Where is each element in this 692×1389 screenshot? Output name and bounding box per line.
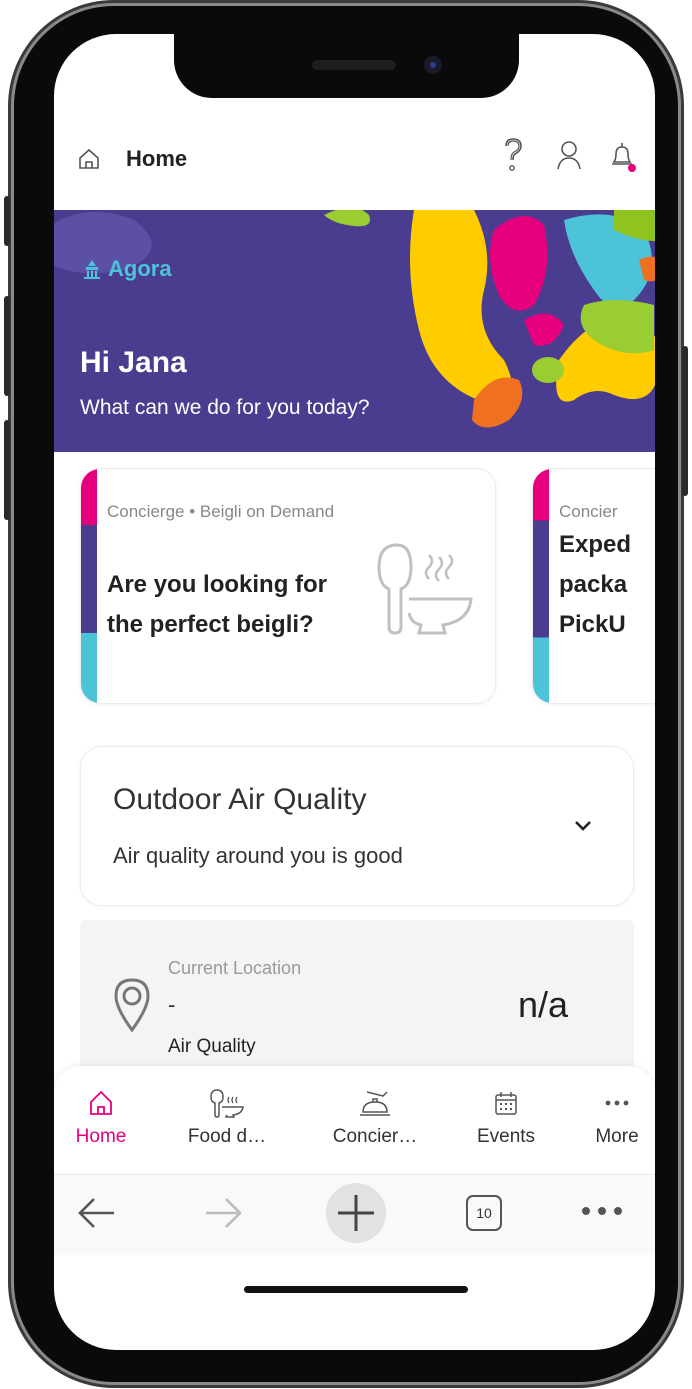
calendar-icon <box>495 1092 517 1115</box>
front-camera <box>424 56 442 74</box>
concierge-bell-icon <box>360 1091 390 1116</box>
speaker <box>312 60 396 70</box>
food-delivery-icon <box>377 543 473 635</box>
nav-label: Food d… <box>187 1126 267 1147</box>
nav-label: Concier… <box>332 1126 418 1147</box>
nav-item-more[interactable]: More <box>582 1088 652 1148</box>
agora-logo-icon <box>84 260 100 279</box>
browser-toolbar: 10 <box>54 1174 655 1255</box>
location-label: Current Location <box>168 958 302 978</box>
new-tab-button[interactable] <box>326 1183 386 1243</box>
food-delivery-icon <box>210 1089 244 1118</box>
volume-down-button <box>4 420 10 520</box>
chevron-down-icon[interactable] <box>571 813 595 837</box>
brand-name: Agora <box>108 256 172 281</box>
volume-up-button <box>4 296 10 396</box>
tab-switcher-button[interactable]: 10 <box>466 1195 502 1231</box>
more-dots-icon <box>605 1100 629 1106</box>
nav-item-concierge[interactable]: Concier… <box>320 1088 430 1148</box>
home-indicator[interactable] <box>244 1286 468 1293</box>
greeting-subtitle: What can we do for you today? <box>80 396 370 419</box>
notification-badge <box>628 164 636 172</box>
notch <box>174 34 519 98</box>
nav-label: Home <box>75 1126 127 1147</box>
card-title-text: Exped packa PickU <box>559 531 632 638</box>
back-arrow-icon[interactable] <box>74 1193 118 1233</box>
forward-arrow-icon[interactable] <box>202 1193 246 1233</box>
silent-switch <box>4 196 10 246</box>
nav-item-events[interactable]: Events <box>466 1088 546 1148</box>
home-icon <box>90 1090 112 1115</box>
card-category: Concier <box>559 502 618 521</box>
power-button <box>682 346 688 496</box>
air-quality-subtitle: Air quality around you is good <box>113 843 403 868</box>
help-icon[interactable] <box>498 136 528 174</box>
page-title: Home <box>126 146 188 171</box>
service-card[interactable]: Concierge • Beigli on Demand Are you loo… <box>80 468 496 704</box>
air-quality-title: Outdoor Air Quality <box>113 783 367 816</box>
nav-item-food-delivery[interactable]: Food d… <box>172 1088 282 1148</box>
brand-logo: Agora <box>82 256 172 282</box>
user-icon[interactable] <box>556 140 582 170</box>
service-card[interactable]: Concier Exped packa PickU <box>532 468 655 704</box>
plus-icon <box>338 1195 374 1231</box>
card-title: Exped packa PickU <box>559 525 655 645</box>
bottom-navigation: Home Food d… Concier… Events More <box>54 1066 655 1174</box>
air-quality-value: n/a <box>518 984 569 1025</box>
nav-label: More <box>595 1126 639 1147</box>
screen: Home Agora Hi Jana What can we do for yo… <box>54 34 655 1350</box>
air-quality-label: Air Quality <box>168 1036 256 1057</box>
card-title: Are you looking for the perfect beigli? <box>107 571 328 638</box>
app-header: Home <box>54 104 655 210</box>
welcome-banner: Agora Hi Jana What can we do for you tod… <box>54 210 655 452</box>
card-category: Concierge • Beigli on Demand <box>107 502 335 521</box>
more-dots-icon[interactable] <box>578 1201 626 1221</box>
nav-item-home[interactable]: Home <box>66 1088 136 1148</box>
card-color-stripe <box>533 469 549 703</box>
card-color-stripe <box>81 469 97 703</box>
service-cards-carousel[interactable]: Concierge • Beigli on Demand Are you loo… <box>54 466 655 706</box>
home-icon[interactable] <box>78 148 100 170</box>
air-quality-card[interactable]: Outdoor Air Quality Air quality around y… <box>80 746 634 906</box>
location-pin-icon <box>114 978 150 1032</box>
location-value: - <box>168 992 176 1017</box>
greeting-title: Hi Jana <box>80 346 187 379</box>
nav-label: Events <box>476 1126 536 1147</box>
